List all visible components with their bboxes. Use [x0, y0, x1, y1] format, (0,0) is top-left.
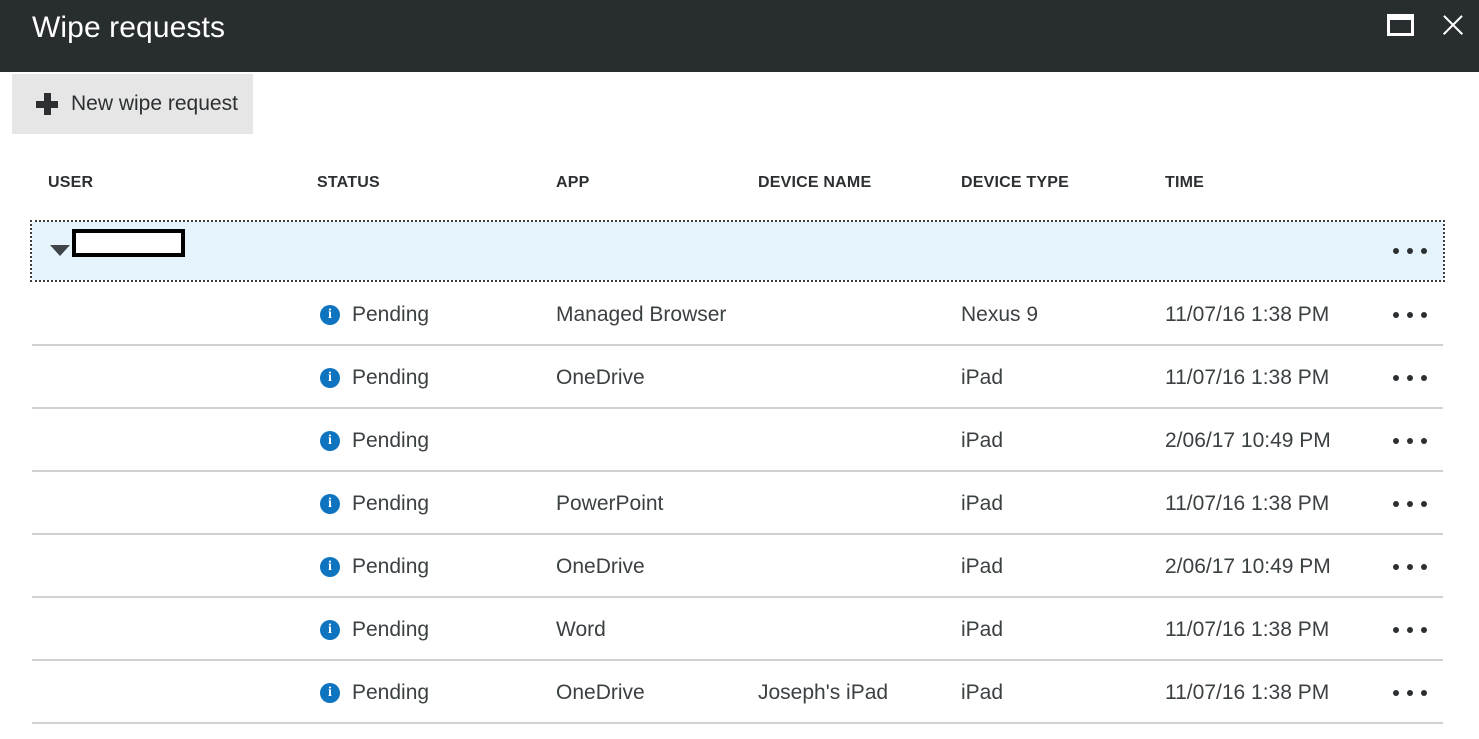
close-icon — [1440, 12, 1466, 38]
cell-app: OneDrive — [556, 661, 645, 724]
cell-time: 11/07/16 1:38 PM — [1165, 472, 1329, 535]
wipe-requests-table: USER STATUS APP DEVICE NAME DEVICE TYPE … — [0, 136, 1479, 739]
ellipsis-icon — [1389, 430, 1431, 452]
info-icon: i — [320, 683, 340, 703]
close-button[interactable] — [1429, 0, 1477, 50]
ellipsis-icon — [1389, 619, 1431, 641]
ellipsis-icon — [1389, 493, 1431, 515]
cell-time: 11/07/16 1:38 PM — [1165, 598, 1329, 661]
table-header-row: USER STATUS APP DEVICE NAME DEVICE TYPE … — [0, 174, 1443, 200]
status-label: Pending — [352, 303, 429, 327]
ellipsis-icon — [1389, 556, 1431, 578]
info-icon: i — [320, 557, 340, 577]
cell-app: OneDrive — [556, 535, 645, 598]
cell-status: i Pending — [320, 472, 429, 535]
cell-device-type: iPad — [961, 661, 1003, 724]
row-overflow-menu[interactable] — [1389, 240, 1431, 262]
command-bar: New wipe request — [0, 72, 1479, 136]
table-row[interactable]: i Pending OneDrive iPad 11/07/16 1:38 PM — [0, 346, 1443, 409]
info-icon: i — [320, 620, 340, 640]
column-header-user: USER — [48, 174, 93, 192]
cell-status: i Pending — [320, 598, 429, 661]
user-redaction-box — [72, 229, 185, 257]
ellipsis-icon — [1389, 240, 1431, 262]
cell-status: i Pending — [320, 283, 429, 346]
table-row[interactable]: i Pending PowerPoint iPad 11/07/16 1:38 … — [0, 472, 1443, 535]
maximize-icon — [1387, 14, 1414, 36]
table-row[interactable]: i Pending Managed Browser Nexus 9 11/07/… — [0, 283, 1443, 346]
new-wipe-request-button[interactable]: New wipe request — [12, 74, 253, 134]
cell-app: Managed Browser — [556, 283, 726, 346]
ellipsis-icon — [1389, 682, 1431, 704]
window-titlebar: Wipe requests — [0, 0, 1479, 72]
cell-device-type: iPad — [961, 598, 1003, 661]
table-row[interactable]: i Pending OneDrive Joseph's iPad iPad 11… — [0, 661, 1443, 724]
cell-time: 11/07/16 1:38 PM — [1165, 283, 1329, 346]
status-label: Pending — [352, 366, 429, 390]
cell-device-name: Joseph's iPad — [758, 661, 888, 724]
cell-status: i Pending — [320, 535, 429, 598]
cell-device-type: iPad — [961, 346, 1003, 409]
cell-app: Word — [556, 598, 606, 661]
row-overflow-menu[interactable] — [1389, 493, 1431, 515]
status-label: Pending — [352, 492, 429, 516]
cell-device-type: iPad — [961, 535, 1003, 598]
cell-app: PowerPoint — [556, 472, 663, 535]
row-overflow-menu[interactable] — [1389, 619, 1431, 641]
chevron-down-icon[interactable] — [50, 245, 70, 256]
row-overflow-menu[interactable] — [1389, 430, 1431, 452]
cell-time: 2/06/17 10:49 PM — [1165, 409, 1331, 472]
row-overflow-menu[interactable] — [1389, 682, 1431, 704]
column-header-status: STATUS — [317, 174, 380, 192]
column-header-time: TIME — [1165, 174, 1204, 192]
cell-device-type: iPad — [961, 409, 1003, 472]
cell-device-type: iPad — [961, 472, 1003, 535]
table-row[interactable]: i Pending OneDrive iPad 2/06/17 10:49 PM — [0, 535, 1443, 598]
info-icon: i — [320, 431, 340, 451]
table-row[interactable]: i Pending Word iPad 11/07/16 1:38 PM — [0, 598, 1443, 661]
cell-status: i Pending — [320, 409, 429, 472]
plus-icon — [36, 93, 58, 115]
ellipsis-icon — [1389, 367, 1431, 389]
cell-device-type: Nexus 9 — [961, 283, 1038, 346]
ellipsis-icon — [1389, 304, 1431, 326]
row-overflow-menu[interactable] — [1389, 367, 1431, 389]
column-header-app: APP — [556, 174, 590, 192]
cell-status: i Pending — [320, 661, 429, 724]
info-icon: i — [320, 368, 340, 388]
table-group-row-selected[interactable] — [32, 222, 1443, 280]
info-icon: i — [320, 494, 340, 514]
new-wipe-request-label: New wipe request — [71, 92, 238, 116]
row-divider — [32, 722, 1443, 724]
status-label: Pending — [352, 618, 429, 642]
cell-time: 2/06/17 10:49 PM — [1165, 535, 1331, 598]
page-title: Wipe requests — [32, 6, 225, 50]
maximize-button[interactable] — [1376, 0, 1424, 50]
table-row[interactable]: i Pending iPad 2/06/17 10:49 PM — [0, 409, 1443, 472]
row-overflow-menu[interactable] — [1389, 556, 1431, 578]
status-label: Pending — [352, 681, 429, 705]
cell-time: 11/07/16 1:38 PM — [1165, 346, 1329, 409]
column-header-device-type: DEVICE TYPE — [961, 174, 1069, 192]
status-label: Pending — [352, 429, 429, 453]
cell-app: OneDrive — [556, 346, 645, 409]
cell-status: i Pending — [320, 346, 429, 409]
info-icon: i — [320, 305, 340, 325]
cell-time: 11/07/16 1:38 PM — [1165, 661, 1329, 724]
column-header-device-name: DEVICE NAME — [758, 174, 871, 192]
status-label: Pending — [352, 555, 429, 579]
row-overflow-menu[interactable] — [1389, 304, 1431, 326]
